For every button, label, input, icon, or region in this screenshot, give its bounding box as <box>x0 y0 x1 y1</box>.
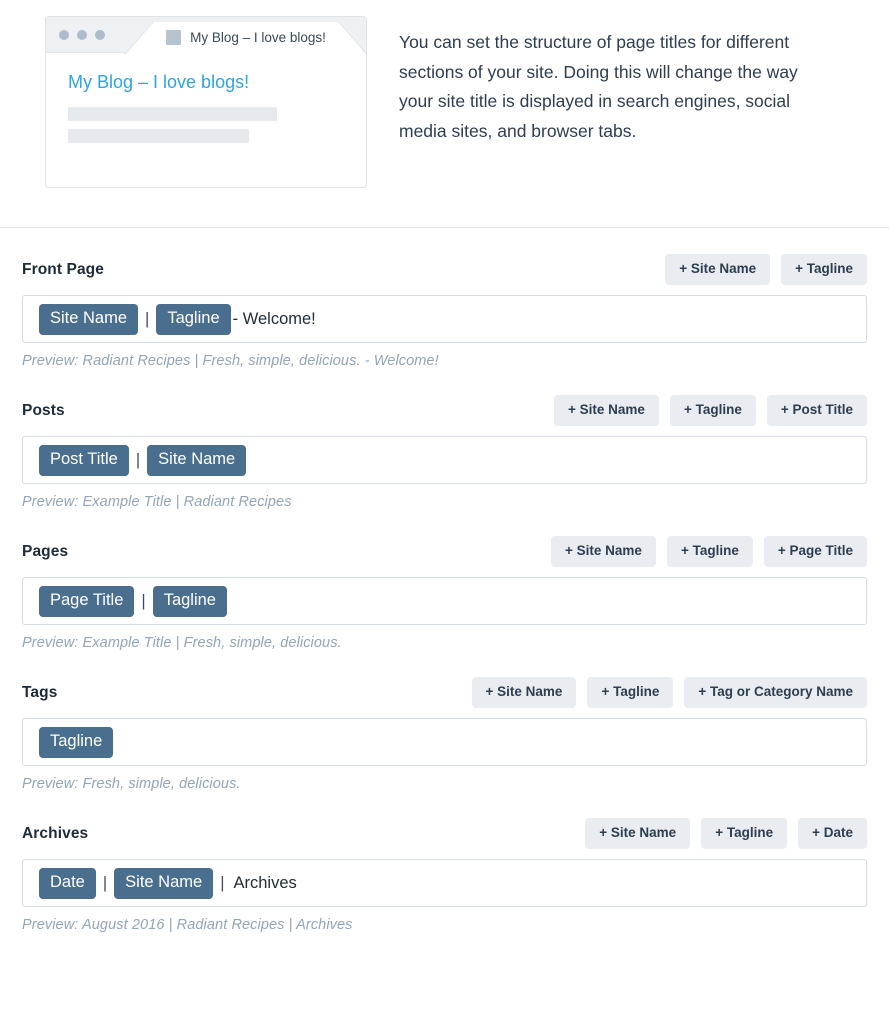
add-token-buttons-front-page: + Site Name + Tagline <box>665 254 867 285</box>
browser-tab: My Blog – I love blogs! <box>124 21 366 54</box>
mock-page-heading: My Blog – I love blogs! <box>68 72 250 92</box>
add-button-site-name[interactable]: + Site Name <box>554 395 659 426</box>
add-token-buttons-pages: + Site Name + Tagline + Page Title <box>551 536 867 567</box>
section-title-archives: Archives <box>22 824 89 842</box>
token-page-title[interactable]: Page Title <box>39 585 135 617</box>
preview-text-tags: Preview: Fresh, simple, delicious. <box>22 776 241 792</box>
token-tagline[interactable]: Tagline <box>39 726 114 758</box>
mock-text-line <box>68 107 277 121</box>
preview-text-posts: Preview: Example Title | Radiant Recipes <box>22 494 292 510</box>
section-header-tags: Tags + Site Name + Tagline + Tag or Categor… <box>22 677 867 708</box>
section-front-page: Front Page + Site Name + Tagline Site Name |… <box>22 228 867 369</box>
section-archives: Archives + Site Name + Tagline + Date Date | S… <box>22 792 867 933</box>
traffic-light-dot-icon <box>95 30 105 40</box>
section-header-pages: Pages + Site Name + Tagline + Page Title <box>22 536 867 567</box>
intro-description: You can set the structure of page titles… <box>399 32 798 141</box>
window-controls <box>59 30 105 40</box>
add-button-page-title[interactable]: + Page Title <box>763 536 867 567</box>
add-button-site-name[interactable]: + Site Name <box>665 254 771 285</box>
section-title-posts: Posts <box>22 401 65 419</box>
token-list-pages: Page Title | Tagline <box>39 585 227 617</box>
token-post-title[interactable]: Post Title <box>39 444 129 476</box>
static-text: Archives <box>233 873 297 892</box>
browser-page-body: My Blog – I love blogs! <box>46 53 366 187</box>
add-button-tagline[interactable]: + Tagline <box>666 536 753 567</box>
title-format-input-posts[interactable]: Post Title | Site Name <box>22 436 867 484</box>
add-button-date[interactable]: + Date <box>798 818 867 849</box>
title-format-input-front-page[interactable]: Site Name | Tagline - Welcome! <box>22 295 867 343</box>
preview-text-pages: Preview: Example Title | Fresh, simple, … <box>22 635 342 651</box>
add-button-site-name[interactable]: + Site Name <box>585 818 691 849</box>
add-button-site-name[interactable]: + Site Name <box>551 536 656 567</box>
token-list-tags: Tagline <box>39 726 114 758</box>
traffic-light-dot-icon <box>59 30 69 40</box>
title-format-input-archives[interactable]: Date | Site Name | Archives <box>22 859 867 907</box>
favicon-icon <box>166 29 182 45</box>
token-list-posts: Post Title | Site Name <box>39 444 247 476</box>
token-separator: | <box>135 450 141 469</box>
browser-chrome-bar: My Blog – I love blogs! <box>46 17 366 54</box>
browser-tab-title: My Blog – I love blogs! <box>190 29 326 45</box>
add-token-buttons-tags: + Site Name + Tagline + Tag or Category Na… <box>471 677 867 708</box>
title-format-input-pages[interactable]: Page Title | Tagline <box>22 577 867 625</box>
token-separator: | <box>220 873 225 892</box>
section-tags: Tags + Site Name + Tagline + Tag or Categor… <box>22 651 867 792</box>
add-button-tagline[interactable]: + Tagline <box>781 254 867 285</box>
add-button-tagline[interactable]: + Tagline <box>587 677 674 708</box>
title-format-settings-page: My Blog – I love blogs! My Blog – I love… <box>0 0 889 1024</box>
mock-text-line <box>68 129 249 143</box>
token-separator: | <box>102 873 108 892</box>
token-date[interactable]: Date <box>39 867 96 899</box>
add-button-tag-or-category-name[interactable]: + Tag or Category Name <box>684 677 867 708</box>
token-tagline[interactable]: Tagline <box>156 303 231 335</box>
preview-text-front-page: Preview: Radiant Recipes | Fresh, simple… <box>22 353 439 369</box>
title-format-sections: Front Page + Site Name + Tagline Site Name |… <box>0 228 889 933</box>
section-header-archives: Archives + Site Name + Tagline + Date <box>22 818 867 849</box>
traffic-light-dot-icon <box>77 30 87 40</box>
preview-text-archives: Preview: August 2016 | Radiant Recipes |… <box>22 917 353 933</box>
token-site-name[interactable]: Site Name <box>39 303 139 335</box>
static-text: - Welcome! <box>232 309 316 328</box>
intro-panel: My Blog – I love blogs! My Blog – I love… <box>0 0 889 228</box>
add-button-post-title[interactable]: + Post Title <box>766 395 867 426</box>
token-site-name[interactable]: Site Name <box>147 444 247 476</box>
section-header-front-page: Front Page + Site Name + Tagline <box>22 254 867 285</box>
token-site-name[interactable]: Site Name <box>114 867 214 899</box>
section-title-pages: Pages <box>22 542 69 560</box>
section-title-tags: Tags <box>22 683 58 701</box>
section-pages: Pages + Site Name + Tagline + Page Title Pag… <box>22 510 867 651</box>
section-header-posts: Posts + Site Name + Tagline + Post Title <box>22 395 867 426</box>
add-button-tagline[interactable]: + Tagline <box>669 395 756 426</box>
add-token-buttons-posts: + Site Name + Tagline + Post Title <box>554 395 867 426</box>
add-button-tagline[interactable]: + Tagline <box>701 818 788 849</box>
token-tagline[interactable]: Tagline <box>152 585 227 617</box>
token-list-archives: Date | Site Name | Archives <box>39 867 299 899</box>
token-separator: | <box>145 309 150 328</box>
add-token-buttons-archives: + Site Name + Tagline + Date <box>585 818 867 849</box>
browser-preview-mockup: My Blog – I love blogs! My Blog – I love… <box>45 16 367 188</box>
token-list-front-page: Site Name | Tagline - Welcome! <box>39 303 318 335</box>
section-posts: Posts + Site Name + Tagline + Post Title Pos… <box>22 369 867 510</box>
token-separator: | <box>141 591 146 610</box>
title-format-input-tags[interactable]: Tagline <box>22 718 867 766</box>
section-title-front-page: Front Page <box>22 260 104 278</box>
add-button-site-name[interactable]: + Site Name <box>471 677 577 708</box>
